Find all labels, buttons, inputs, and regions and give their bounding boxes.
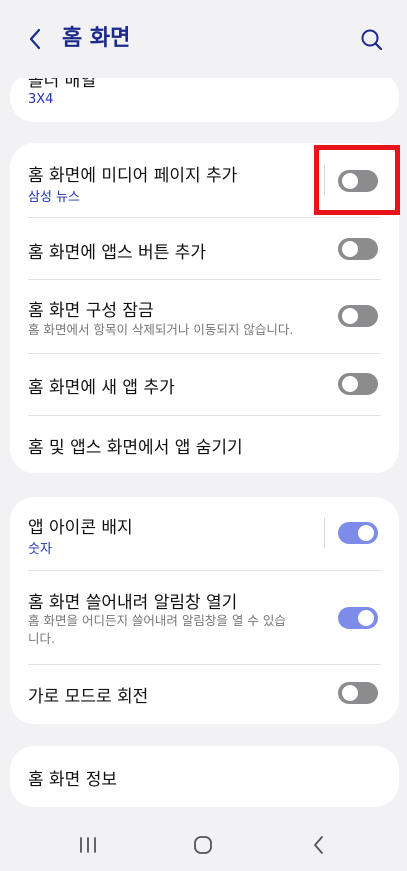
- about-home-screen-title: 홈 화면 정보: [28, 770, 118, 790]
- about-home-screen-row[interactable]: 홈 화면 정보: [10, 746, 399, 807]
- app-icon-badges-subtitle: 숫자: [28, 542, 52, 557]
- apps-button-toggle[interactable]: [338, 238, 378, 260]
- app-icon-badges-row[interactable]: 앱 아이콘 배지 숫자: [10, 497, 399, 565]
- back-icon: [314, 836, 323, 854]
- folder-grid-row[interactable]: 폴더 배열 3X4: [10, 72, 399, 122]
- home-icon: [194, 836, 212, 854]
- swipe-down-notification-toggle[interactable]: [338, 607, 378, 629]
- back-button[interactable]: [22, 24, 50, 54]
- rotate-landscape-toggle[interactable]: [338, 682, 378, 704]
- search-button[interactable]: [357, 25, 387, 55]
- search-icon: [361, 29, 383, 51]
- lock-layout-row[interactable]: 홈 화면 구성 잠금 홈 화면에서 항목이 삭제되거나 이동되지 않습니다.: [10, 280, 399, 352]
- rotate-landscape-row[interactable]: 가로 모드로 회전: [10, 665, 399, 724]
- recent-apps-icon: [80, 837, 96, 853]
- highlight-box: [314, 145, 400, 215]
- lock-layout-title: 홈 화면 구성 잠금: [28, 301, 154, 321]
- swipe-down-notification-title: 홈 화면 쓸어내려 알림창 열기: [28, 593, 238, 613]
- notification-options-card: 앱 아이콘 배지 숫자 홈 화면 쓸어내려 알림창 열기 홈 화면을 어디든지 …: [10, 497, 399, 724]
- app-icon-badges-toggle[interactable]: [338, 522, 378, 544]
- media-page-subtitle: 삼성 뉴스: [28, 190, 80, 205]
- system-nav-bar: [0, 818, 407, 871]
- hide-apps-row[interactable]: 홈 및 앱스 화면에서 앱 숨기기: [10, 416, 399, 473]
- row-separator: [324, 518, 325, 548]
- swipe-down-notification-description: 홈 화면을 어디든지 쓸어내려 알림창을 열 수 있습니다.: [28, 613, 286, 646]
- back-nav-button[interactable]: [304, 830, 334, 860]
- swipe-down-notification-row[interactable]: 홈 화면 쓸어내려 알림창 열기 홈 화면을 어디든지 쓸어내려 알림창을 열 …: [10, 571, 399, 663]
- folder-grid-card: 폴더 배열 3X4: [10, 72, 399, 122]
- add-new-apps-title: 홈 화면에 새 앱 추가: [28, 378, 175, 398]
- add-new-apps-row[interactable]: 홈 화면에 새 앱 추가: [10, 354, 399, 414]
- recent-apps-button[interactable]: [73, 830, 103, 860]
- lock-layout-toggle[interactable]: [338, 305, 378, 327]
- app-icon-badges-title: 앱 아이콘 배지: [28, 518, 133, 538]
- chevron-left-icon: [29, 28, 41, 50]
- hide-apps-title: 홈 및 앱스 화면에서 앱 숨기기: [28, 438, 243, 458]
- add-new-apps-toggle[interactable]: [338, 373, 378, 395]
- page-title: 홈 화면: [62, 26, 131, 51]
- about-home-screen-card: 홈 화면 정보: [10, 746, 399, 807]
- rotate-landscape-title: 가로 모드로 회전: [28, 687, 149, 707]
- home-button[interactable]: [188, 830, 218, 860]
- apps-button-row[interactable]: 홈 화면에 앱스 버튼 추가: [10, 218, 399, 278]
- folder-grid-value: 3X4: [28, 92, 54, 107]
- media-page-title: 홈 화면에 미디어 페이지 추가: [28, 166, 238, 186]
- lock-layout-description: 홈 화면에서 항목이 삭제되거나 이동되지 않습니다.: [28, 322, 294, 337]
- apps-button-title: 홈 화면에 앱스 버튼 추가: [28, 243, 207, 263]
